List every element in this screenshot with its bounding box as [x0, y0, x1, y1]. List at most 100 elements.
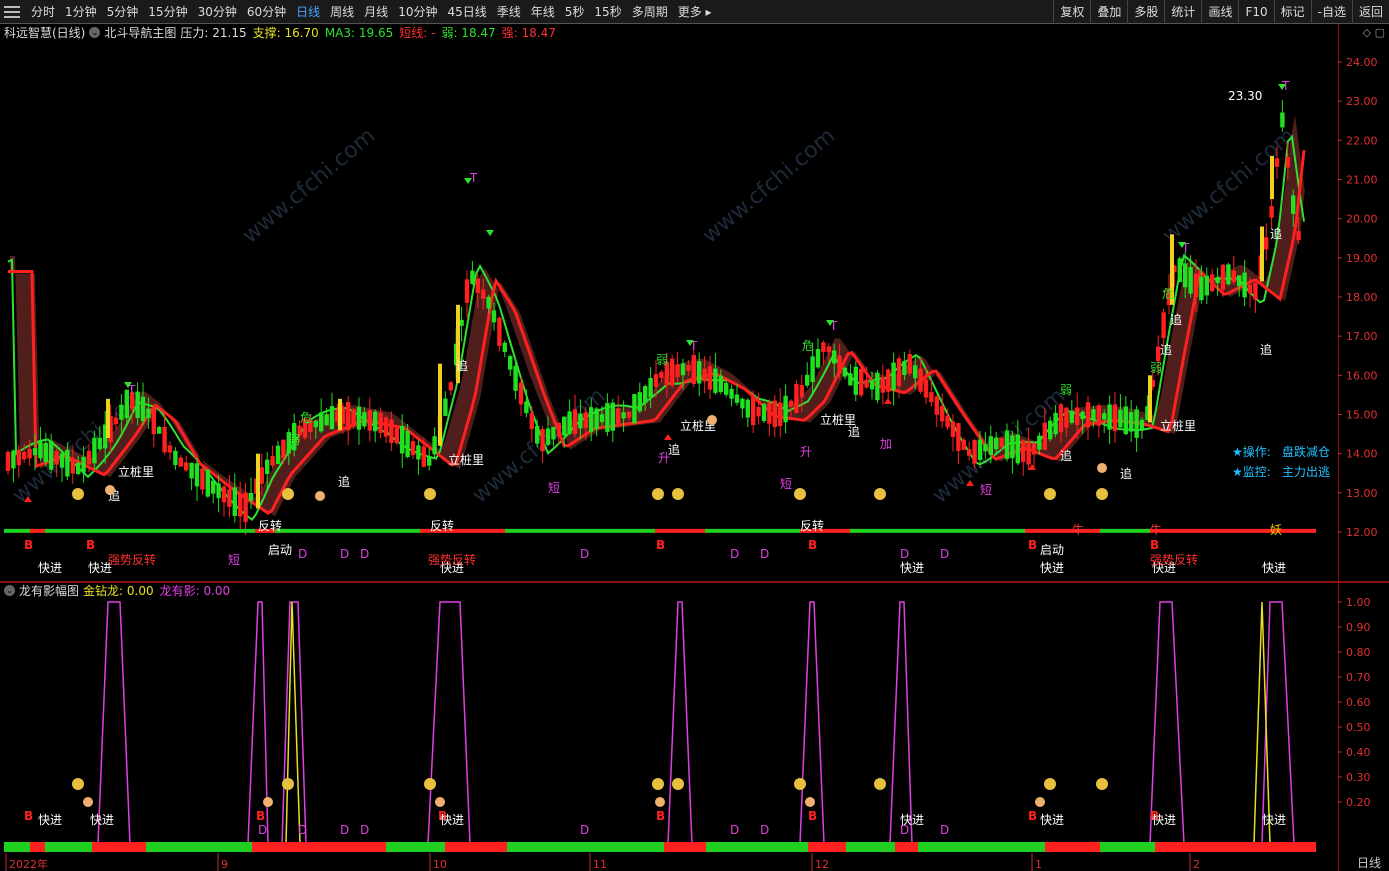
candle-body — [1048, 420, 1053, 440]
candle-body — [189, 462, 194, 479]
price-tick-label: 24.00 — [1346, 56, 1378, 69]
candle-body — [524, 401, 529, 414]
candle-body — [178, 457, 183, 467]
bottom-status-segment — [92, 842, 146, 852]
bottom-status-segment — [808, 842, 846, 852]
toolbar-button-4[interactable]: 画线 — [1201, 0, 1238, 24]
candle-body — [713, 368, 718, 393]
candle-body — [146, 408, 151, 418]
tab-14[interactable]: 15秒 — [589, 0, 626, 24]
signal-label: D — [580, 547, 589, 561]
signal-label: 牛 — [1150, 522, 1162, 537]
toolbar-button-8[interactable]: 返回 — [1351, 0, 1389, 24]
signal-label: 升 — [800, 445, 812, 459]
period-toolbar: 分时 1分钟 5分钟 15分钟 30分钟 60分钟 日线 周线 月线 10分钟 45日线 季线 年线 5秒… — [0, 0, 1389, 24]
tab-10[interactable]: 45日线 — [442, 0, 491, 24]
candle-body — [346, 402, 351, 431]
candle-body — [49, 440, 54, 470]
tab-15[interactable]: 多周期 — [627, 0, 673, 24]
signal-label: 立桩里 — [1160, 418, 1196, 433]
toolbar-button-3[interactable]: 统计 — [1164, 0, 1201, 24]
candle-body — [529, 413, 534, 430]
candle-body — [767, 402, 772, 424]
sub-signal-label: B — [24, 809, 33, 823]
candle-body — [432, 436, 437, 455]
candle-body — [632, 394, 637, 424]
candle-body — [745, 399, 750, 418]
bottom-status-segment — [1100, 842, 1155, 852]
candle-body — [729, 388, 734, 399]
candle-body — [135, 391, 140, 418]
candle-body — [788, 400, 794, 407]
value-tick-label: 0.90 — [1346, 621, 1371, 634]
toolbar-button-6[interactable]: 标记 — [1273, 0, 1311, 24]
money-bag-icon — [72, 778, 84, 790]
tab-2[interactable]: 5分钟 — [102, 0, 144, 24]
hand-pointer-icon — [1097, 463, 1107, 473]
menu-icon[interactable] — [4, 6, 20, 18]
candle-body — [151, 407, 156, 435]
toolbar-button-1[interactable]: 叠加 — [1090, 0, 1127, 24]
candle-body — [653, 374, 659, 388]
highlight-candle — [1260, 226, 1264, 282]
sub-signal-label: D — [580, 823, 589, 837]
signal-label: 追 — [1120, 466, 1132, 481]
period-label: 日线 — [1356, 856, 1381, 870]
status-bar-segment — [505, 528, 655, 533]
tab-12[interactable]: 年线 — [526, 0, 560, 24]
candle-body — [1253, 282, 1258, 300]
candle-body — [486, 296, 491, 309]
candle-body — [583, 412, 588, 429]
signal-label: 短 — [548, 481, 560, 495]
candle-body — [551, 426, 556, 440]
toolbar-button-5[interactable]: F10 — [1238, 0, 1273, 24]
tab-11[interactable]: 季线 — [492, 0, 526, 24]
candle-body — [356, 406, 362, 430]
candle-body — [1242, 272, 1247, 298]
tab-0[interactable]: 分时 — [26, 0, 60, 24]
toolbar-button-2[interactable]: 多股 — [1127, 0, 1164, 24]
money-bag-icon — [282, 778, 294, 790]
main-candlestick-chart[interactable]: www.cfchi.comwww.cfchi.comwww.cfchi.comw… — [0, 24, 1389, 582]
signal-label: 快进 — [1040, 561, 1064, 575]
toolbar-button-7[interactable]: -自选 — [1310, 0, 1352, 24]
tab-7[interactable]: 周线 — [325, 0, 359, 24]
candle-body — [205, 469, 210, 497]
signal-label: 追 — [338, 474, 350, 489]
tab-1[interactable]: 1分钟 — [60, 0, 102, 24]
sub-signal-label: 快进 — [1262, 813, 1286, 827]
sub-indicator-chart[interactable]: 1.00 0.90 0.80 0.70 0.60 0.50 0.40 0.30 0.20 B B B B… — [0, 582, 1389, 871]
candle-body — [1161, 312, 1166, 339]
candle-body — [891, 362, 896, 391]
tab-3[interactable]: 15分钟 — [143, 0, 192, 24]
sub-signal-label: D — [298, 823, 307, 837]
signal-label: 追 — [456, 358, 468, 373]
candle-body — [983, 444, 988, 452]
candle-body — [556, 422, 561, 437]
candle-body — [1280, 112, 1285, 128]
signal-label: 弱 — [288, 433, 300, 447]
candle-body — [1031, 443, 1037, 455]
candle-body — [1021, 440, 1026, 462]
tab-13[interactable]: 5秒 — [560, 0, 590, 24]
candle-body — [1069, 410, 1074, 423]
tab-4[interactable]: 30分钟 — [193, 0, 242, 24]
tab-8[interactable]: 月线 — [359, 0, 393, 24]
date-label: 2022年 — [9, 857, 48, 871]
candle-body — [707, 366, 713, 390]
candle-body — [945, 415, 950, 428]
tab-5[interactable]: 60分钟 — [242, 0, 291, 24]
bottom-status-segment — [445, 842, 507, 852]
candle-body — [1112, 404, 1118, 432]
candle-body — [934, 396, 939, 415]
candle-body — [367, 410, 372, 431]
up-arrow-icon — [664, 434, 672, 440]
candle-body — [140, 396, 146, 422]
signal-label: 危 — [1162, 287, 1174, 301]
tab-16[interactable]: 更多 ▸ — [673, 0, 717, 24]
tab-6[interactable]: 日线 — [291, 0, 325, 24]
toolbar-button-0[interactable]: 复权 — [1053, 0, 1090, 24]
sub-signal-label: 快进 — [38, 813, 62, 827]
candle-body — [675, 364, 680, 378]
tab-9[interactable]: 10分钟 — [393, 0, 442, 24]
